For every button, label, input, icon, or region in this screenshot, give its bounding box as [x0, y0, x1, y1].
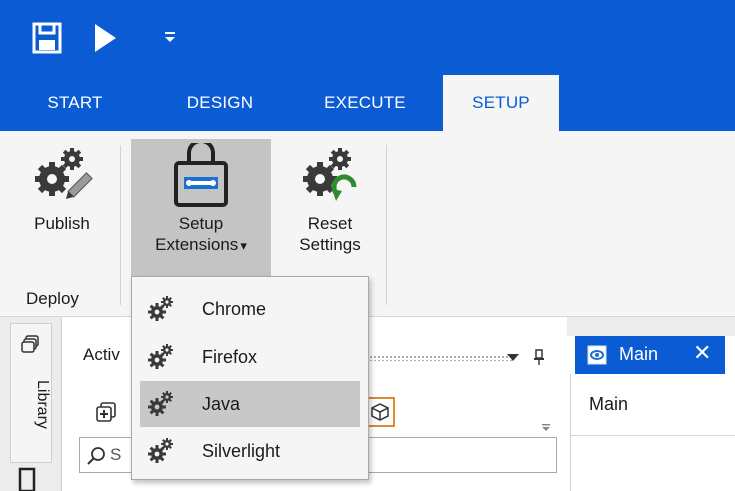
expand-all-button[interactable] [93, 399, 119, 425]
ribbon-separator [386, 145, 387, 305]
package-icon [371, 403, 389, 421]
document-tab-main[interactable]: Main ✕ [575, 336, 725, 374]
menu-item-label: Java [202, 393, 241, 414]
tab-execute[interactable]: EXECUTE [300, 75, 430, 131]
document-tab-title: Main [619, 344, 659, 364]
activities-panel-title: Activ [83, 345, 120, 364]
tab-design[interactable]: DESIGN [160, 75, 280, 131]
pin-panel-button[interactable] [529, 347, 549, 367]
menu-item-silverlight[interactable]: Silverlight [140, 428, 360, 474]
gears-icon [148, 391, 173, 416]
publish-label: Publish [34, 214, 90, 233]
overflow-icon [542, 424, 550, 431]
close-icon[interactable]: ✕ [693, 342, 711, 366]
toolbox-icon [174, 143, 228, 207]
search-input-text: S [110, 445, 122, 464]
reset-settings-button[interactable]: Reset Settings [282, 137, 378, 255]
chevron-down-icon: ▾ [240, 238, 247, 253]
workflow-icon [587, 345, 607, 365]
menu-item-label: Silverlight [202, 440, 281, 461]
run-button[interactable] [88, 20, 122, 56]
save-icon [32, 22, 62, 54]
library-icon [21, 335, 39, 353]
ribbon-tab-bar: START DESIGN EXECUTE SETUP [0, 75, 735, 131]
reset-settings-line2: Settings [299, 235, 361, 254]
tab-setup[interactable]: SETUP [443, 75, 559, 131]
document-icon [18, 467, 36, 491]
gears-icon [148, 438, 173, 463]
menu-item-chrome[interactable]: Chrome [140, 286, 360, 332]
left-sidebar: Library [0, 317, 62, 491]
run-icon [95, 24, 116, 52]
publish-button[interactable]: Publish [14, 137, 110, 235]
customize-quick-access-button[interactable] [158, 22, 182, 50]
setup-extensions-line2: Extensions [155, 235, 239, 254]
toolbar-overflow-button[interactable] [539, 417, 553, 437]
designer-area: Main [570, 374, 735, 491]
setup-extensions-label: Setup Extensions ▾ [155, 213, 247, 256]
pin-icon [534, 349, 544, 365]
sidebar-tab-library-label: Library [34, 380, 51, 429]
gears-icon [148, 296, 173, 321]
menu-item-label: Firefox [202, 346, 258, 367]
sidebar-tab-library[interactable]: Library [10, 323, 52, 463]
expand-all-icon [96, 402, 116, 422]
panel-options-button[interactable] [503, 347, 523, 367]
quick-access-toolbar [0, 0, 735, 75]
caret-down-icon [507, 354, 519, 361]
search-icon [87, 447, 105, 465]
setup-extensions-button[interactable]: Setup Extensions ▾ [131, 139, 271, 284]
menu-item-java[interactable]: Java [140, 381, 360, 427]
customize-quick-access-icon [165, 32, 175, 42]
tab-start[interactable]: START [20, 75, 130, 131]
setup-extensions-line1: Setup [178, 214, 224, 233]
gears-pencil-icon [35, 148, 93, 200]
reset-settings-line1: Reset [307, 214, 353, 233]
gears-reset-icon [303, 148, 357, 201]
menu-item-label: Chrome [202, 298, 267, 319]
activities-filter-button[interactable] [365, 397, 395, 427]
menu-item-firefox[interactable]: Firefox [140, 334, 360, 380]
designer-heading: Main [589, 394, 629, 414]
setup-extensions-menu: Chrome Firefox Java Silverlight [131, 276, 369, 480]
ribbon-separator [120, 145, 121, 305]
save-button[interactable] [30, 20, 64, 56]
designer-header: Main [571, 374, 735, 436]
document-tab-strip [567, 317, 735, 336]
reset-settings-label: Reset Settings [299, 213, 360, 255]
gears-icon [148, 344, 173, 369]
ribbon-group-label: Deploy [26, 289, 79, 308]
panel-drag-handle[interactable] [353, 355, 513, 361]
